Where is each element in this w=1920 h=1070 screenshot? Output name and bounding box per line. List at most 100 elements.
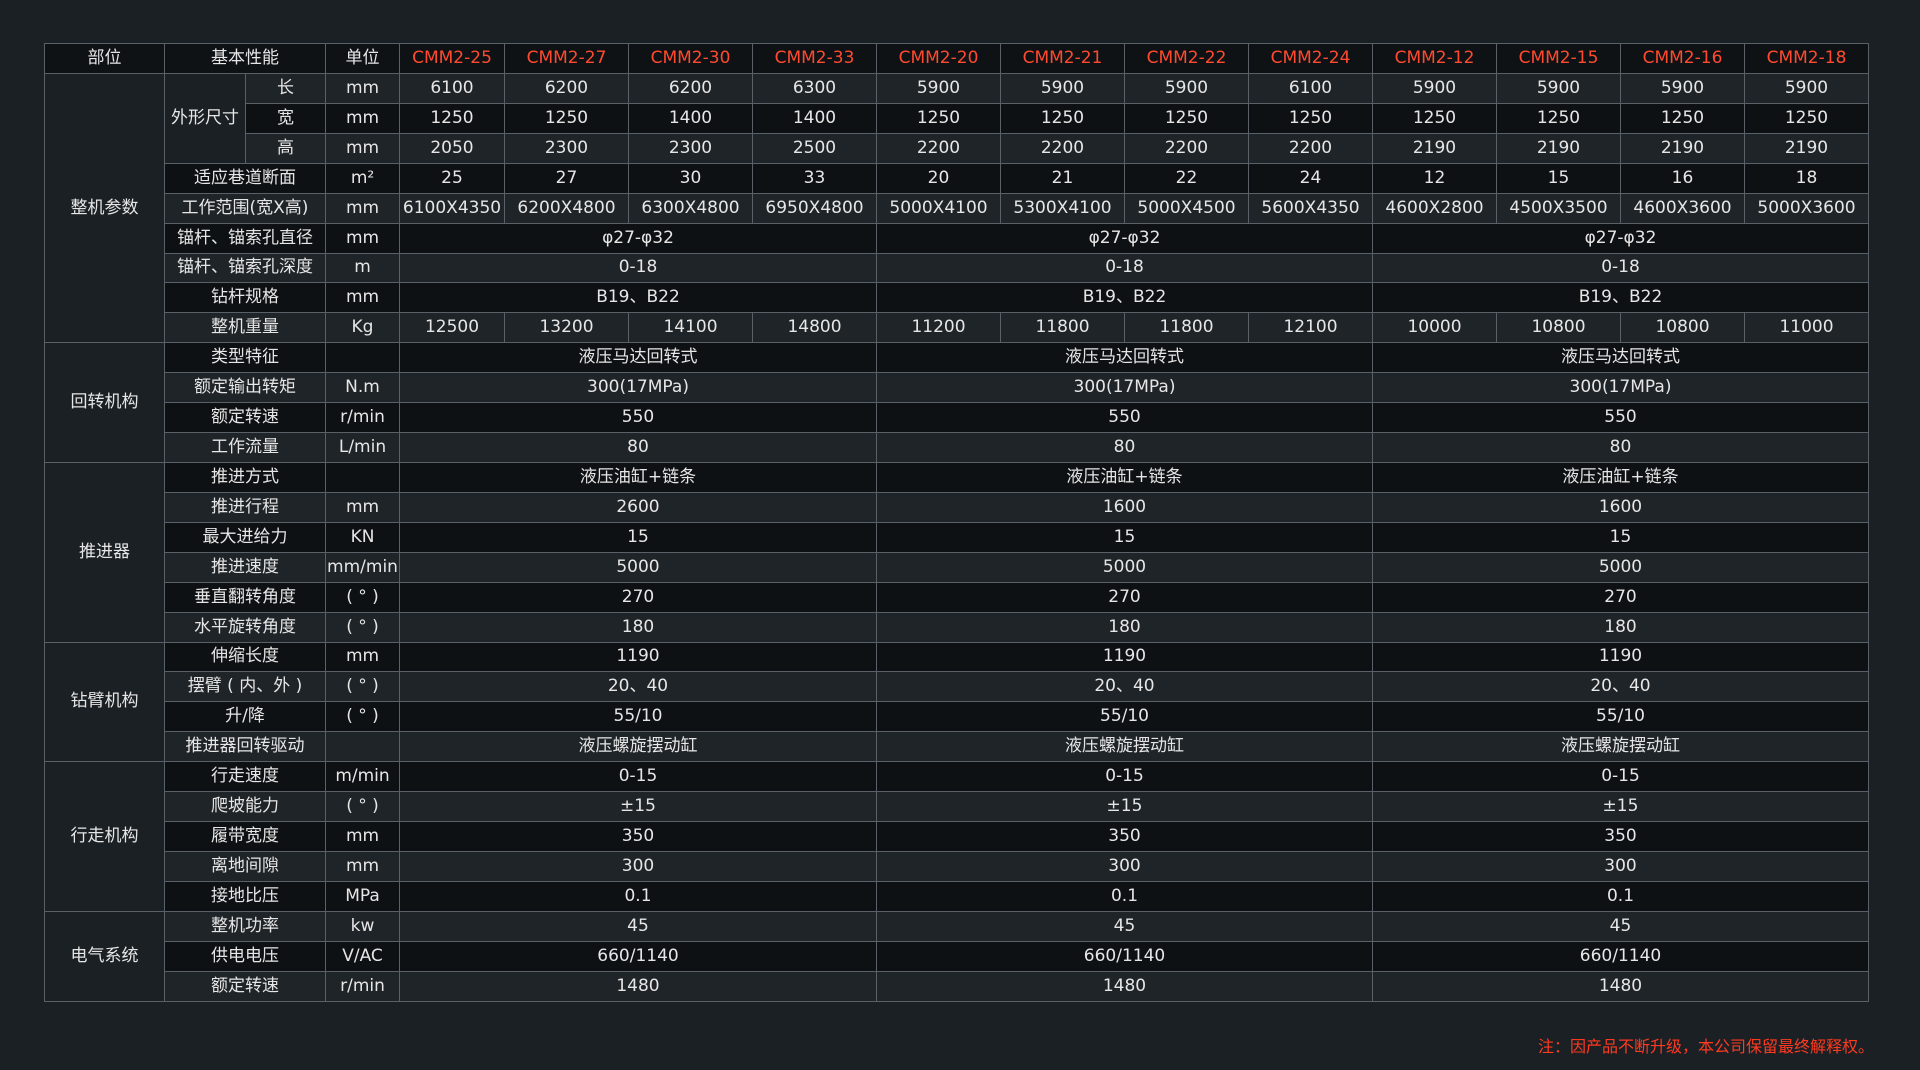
group-value: ±15 (399, 791, 877, 823)
model-value: 2050 (399, 132, 505, 164)
table-row: 爬坡能力( ° ) ±15 ±15 ±15 (45, 791, 1869, 823)
model-value: 5900 (1372, 73, 1497, 104)
model-value: 5900 (1000, 73, 1125, 104)
table-row: 推进器 推进方式 液压油缸+链条 液压油缸+链条 液压油缸+链条 (44, 461, 1869, 643)
model-value: 16 (1620, 162, 1745, 194)
row-label: 高 (245, 132, 326, 164)
model-value: 5900 (1496, 73, 1621, 104)
model-value: 11200 (876, 312, 1001, 344)
model-value: 5000X3600 (1744, 192, 1869, 224)
row-label: 行走速度 (164, 761, 326, 793)
group-value: 660/1140 (1372, 940, 1869, 972)
row-unit (325, 461, 400, 493)
table-row: 最大进给力 KN 15 15 15 (45, 521, 1869, 553)
group-value: 15 (399, 521, 877, 553)
model-value: 1250 (1496, 102, 1621, 134)
group-value: 液压螺旋摆动缸 (399, 731, 877, 763)
model-value: 22 (1124, 162, 1249, 194)
group-value: 20、40 (1372, 671, 1869, 703)
row-unit: mm/min (325, 551, 400, 583)
model-value: 33 (752, 162, 877, 194)
model-value: 10000 (1372, 312, 1497, 344)
group-value: B19、B22 (399, 282, 877, 314)
model-value: 5300X4100 (1000, 192, 1125, 224)
table-row: 额定输出转矩 N.m 300(17MPa) 300(17MPa) 300(17MPa) (45, 372, 1869, 404)
table-row: 电气系统 整机功率 kw 45 45 45 (44, 910, 1869, 1003)
section-name: 整机参数 (44, 72, 165, 344)
row-label: 工作流量 (164, 432, 326, 463)
model-value: 27 (504, 162, 629, 194)
model-value: 2200 (1124, 132, 1249, 164)
row-label: 长 (245, 73, 326, 104)
group-value: 0-18 (1372, 252, 1869, 284)
group-value: 180 (399, 611, 877, 643)
group-value: 液压油缸+链条 (876, 461, 1373, 493)
model-value: 18 (1744, 162, 1869, 194)
group-value: φ27-φ32 (399, 222, 877, 254)
model-value: 11000 (1744, 312, 1869, 344)
group-value: 80 (1372, 432, 1869, 463)
row-label: 最大进给力 (164, 521, 326, 553)
model-value: 10800 (1496, 312, 1621, 344)
header-part: 部位 (44, 43, 165, 74)
model-value: 5900 (1620, 73, 1745, 104)
header-model: CMM2-18 (1744, 43, 1869, 74)
table-row: 适应巷道断面 m² 25 27 30 33 20 21 22 24 12 15 16 18 (45, 162, 1869, 194)
row-label: 推进器回转驱动 (164, 731, 326, 763)
model-value: 1250 (876, 102, 1001, 134)
group-value: 350 (1372, 821, 1869, 852)
table-row: 离地间隙 mm 300 300 300 (45, 850, 1869, 882)
row-unit: r/min (325, 402, 400, 434)
header-row: 部位 基本性能 单位 CMM2-25 CMM2-27 CMM2-30 CMM2-… (44, 43, 1869, 74)
model-value: 2300 (504, 132, 629, 164)
row-unit: mm (325, 132, 400, 164)
group-value: 1480 (1372, 970, 1869, 1003)
group-value: 15 (876, 521, 1373, 553)
table-row: 额定转速 r/min 1480 1480 1480 (45, 970, 1869, 1003)
header-model: CMM2-20 (876, 43, 1001, 74)
model-value: 5900 (1744, 73, 1869, 104)
group-value: 180 (876, 611, 1373, 643)
model-value: 24 (1248, 162, 1373, 194)
model-value: 12500 (399, 312, 505, 344)
model-value: 12100 (1248, 312, 1373, 344)
group-value: 45 (399, 910, 877, 942)
model-value: 6200 (504, 73, 629, 104)
group-value: 270 (1372, 581, 1869, 613)
group-value: 80 (876, 432, 1373, 463)
row-label: 锚杆、锚索孔直径 (164, 222, 326, 254)
table-row: 摆臂 ( 内、外 )( ° ) 20、40 20、40 20、40 (45, 671, 1869, 703)
row-unit: mm (325, 641, 400, 673)
row-unit (325, 731, 400, 763)
group-value: 660/1140 (399, 940, 877, 972)
group-value: 液压马达回转式 (876, 342, 1373, 374)
group-value: 0-15 (876, 761, 1373, 793)
table-row: 垂直翻转角度( ° ) 270 270 270 (45, 581, 1869, 613)
row-unit: ( ° ) (325, 671, 400, 703)
row-unit: L/min (325, 432, 400, 463)
section-name: 回转机构 (44, 342, 165, 463)
header-model: CMM2-12 (1372, 43, 1497, 74)
header-model: CMM2-30 (628, 43, 753, 74)
row-unit: V/AC (325, 940, 400, 972)
row-label: 爬坡能力 (164, 791, 326, 823)
model-value: 6100X4350 (399, 192, 505, 224)
group-value: 液压油缸+链条 (399, 461, 877, 493)
row-unit: kw (325, 910, 400, 942)
group-value: 0.1 (1372, 880, 1869, 912)
row-unit: m (325, 252, 400, 284)
row-label: 宽 (245, 102, 326, 134)
row-label: 工作范围(宽X高) (164, 192, 326, 224)
group-value: 液压马达回转式 (399, 342, 877, 374)
row-label: 推进行程 (164, 491, 326, 523)
table-row: 锚杆、锚索孔深度 m 0-18 0-18 0-18 (45, 252, 1869, 284)
model-value: 10800 (1620, 312, 1745, 344)
section-name: 推进器 (44, 461, 165, 643)
table-row: 钻臂机构 伸缩长度 mm 1190 1190 1190 (44, 641, 1869, 763)
model-value: 6100 (1248, 73, 1373, 104)
group-value: 550 (1372, 402, 1869, 434)
section-name: 行走机构 (44, 761, 165, 912)
table-row: 推进行程 mm 2600 1600 1600 (45, 491, 1869, 523)
row-unit: mm (325, 821, 400, 852)
group-value: 45 (1372, 910, 1869, 942)
